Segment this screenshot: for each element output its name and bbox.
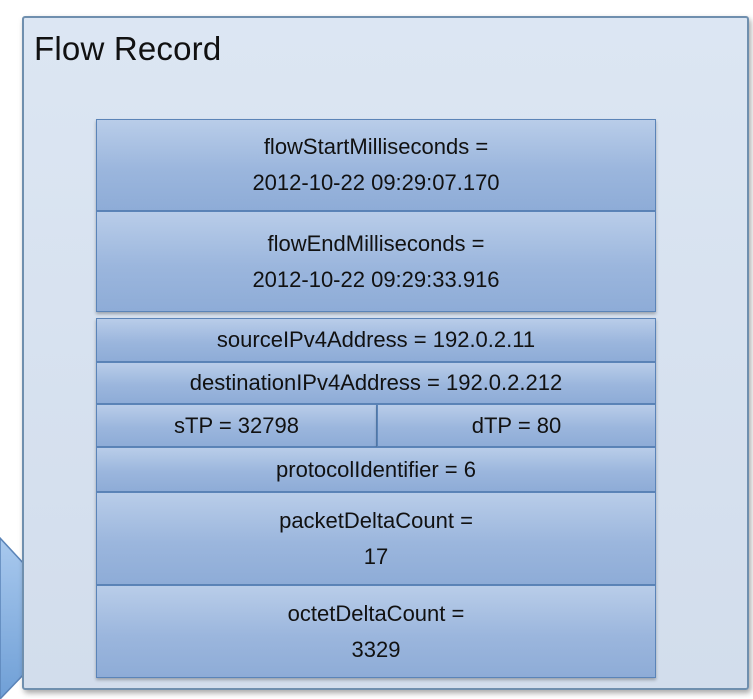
packet-count-field: packetDeltaCount = 17: [96, 492, 656, 585]
flow-record-title: Flow Record: [34, 30, 222, 67]
packet-count-value: 17: [363, 543, 389, 569]
flow-end-value: 2012-10-22 09:29:33.916: [252, 266, 500, 292]
octet-count-label: octetDeltaCount =: [287, 600, 465, 626]
source-port-field: sTP = 32798: [96, 404, 377, 447]
destination-port-text: dTP = 80: [471, 412, 562, 438]
octet-count-field: octetDeltaCount = 3329: [96, 585, 656, 678]
destination-ip-field: destinationIPv4Address = 192.0.2.212: [96, 362, 656, 404]
flow-end-field: flowEndMilliseconds = 2012-10-22 09:29:3…: [96, 211, 656, 312]
packet-count-label: packetDeltaCount =: [279, 507, 473, 533]
source-ip-text: sourceIPv4Address = 192.0.2.11: [216, 327, 536, 352]
source-port-text: sTP = 32798: [174, 412, 299, 438]
destination-port-field: dTP = 80: [377, 404, 656, 447]
source-ip-field: sourceIPv4Address = 192.0.2.11: [96, 318, 656, 362]
flow-end-label: flowEndMilliseconds =: [267, 230, 485, 256]
flow-start-value: 2012-10-22 09:29:07.170: [252, 170, 500, 195]
flow-start-field: flowStartMilliseconds = 2012-10-22 09:29…: [96, 119, 656, 211]
protocol-field: protocolIdentifier = 6: [96, 447, 656, 492]
protocol-text: protocolIdentifier = 6: [276, 456, 476, 482]
octet-count-value: 3329: [351, 636, 401, 662]
destination-ip-text: destinationIPv4Address = 192.0.2.212: [189, 370, 563, 395]
flow-start-label: flowStartMilliseconds =: [263, 134, 489, 159]
